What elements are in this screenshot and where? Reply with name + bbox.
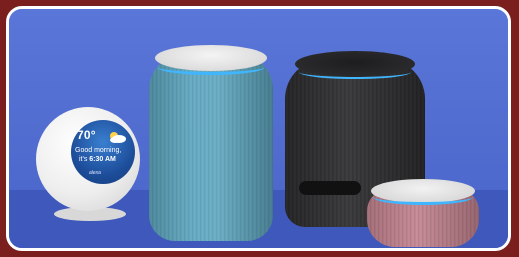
screen-time-line: it's 6:30 AM (79, 156, 116, 163)
screen-time-prefix: it's (79, 156, 90, 163)
echo-plus-light-ring (157, 59, 265, 75)
image-frame: 70° Good morning, it's 6:30 AM alexa (0, 0, 519, 257)
screen-time: 6:30 AM (89, 156, 116, 163)
echo-dot-light-ring (373, 189, 473, 205)
echo-studio-bass-port (299, 181, 361, 195)
echo-studio-light-ring (299, 65, 411, 79)
partly-cloudy-icon (110, 132, 126, 143)
screen-greeting: Good morning, (75, 147, 122, 154)
echo-plus-shading (149, 55, 273, 241)
echo-dot-device (367, 179, 479, 248)
echo-spot-device: 70° Good morning, it's 6:30 AM alexa (36, 107, 156, 225)
echo-spot-screen: 70° Good morning, it's 6:30 AM alexa (71, 120, 135, 184)
screen-temperature: 70° (77, 128, 96, 142)
photo-card: 70° Good morning, it's 6:30 AM alexa (6, 6, 511, 251)
echo-plus-device (149, 45, 273, 241)
screen-brand: alexa (89, 170, 101, 176)
